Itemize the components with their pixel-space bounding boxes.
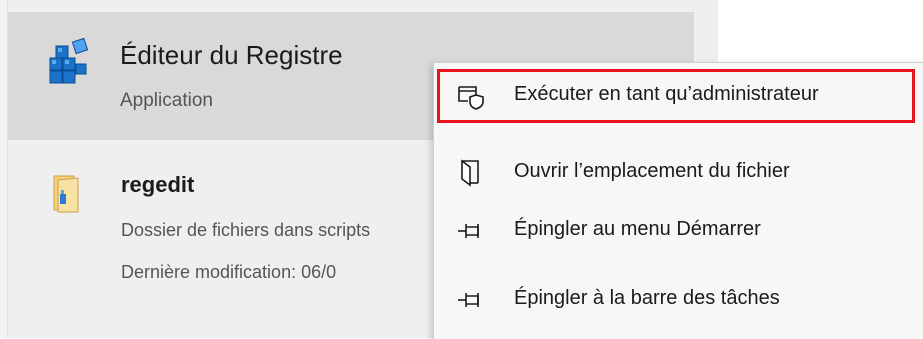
menu-pin-to-start[interactable]: Épingler au menu Démarrer bbox=[434, 202, 923, 260]
app-title: Éditeur du Registre bbox=[120, 40, 343, 70]
context-menu: Exécuter en tant qu’administrateur Ouvri… bbox=[433, 62, 923, 339]
app-type-label: Application bbox=[120, 90, 213, 111]
pin-icon bbox=[458, 224, 479, 238]
menu-pin-to-taskbar[interactable]: Épingler à la barre des tâches bbox=[434, 271, 923, 329]
menu-pin-to-taskbar-label: Épingler à la barre des tâches bbox=[514, 287, 780, 309]
menu-run-as-admin-label: Exécuter en tant qu’administrateur bbox=[514, 83, 819, 105]
folder-modified-date: Dernière modification: 06/0 bbox=[121, 262, 337, 282]
folder-title: regedit bbox=[121, 172, 195, 197]
menu-open-file-location-label: Ouvrir l’emplacement du fichier bbox=[514, 160, 790, 182]
run-as-admin-shield-icon bbox=[458, 86, 484, 110]
menu-pin-to-start-label: Épingler au menu Démarrer bbox=[514, 218, 761, 240]
registry-editor-icon bbox=[49, 37, 89, 84]
folder-icon bbox=[53, 175, 79, 213]
window-left-edge bbox=[0, 0, 8, 338]
folder-location: Dossier de fichiers dans scripts bbox=[121, 220, 371, 240]
open-file-location-icon bbox=[461, 159, 479, 187]
menu-run-as-admin[interactable]: Exécuter en tant qu’administrateur bbox=[434, 67, 923, 125]
pin-icon bbox=[458, 293, 479, 307]
menu-open-file-location[interactable]: Ouvrir l’emplacement du fichier bbox=[434, 144, 923, 202]
